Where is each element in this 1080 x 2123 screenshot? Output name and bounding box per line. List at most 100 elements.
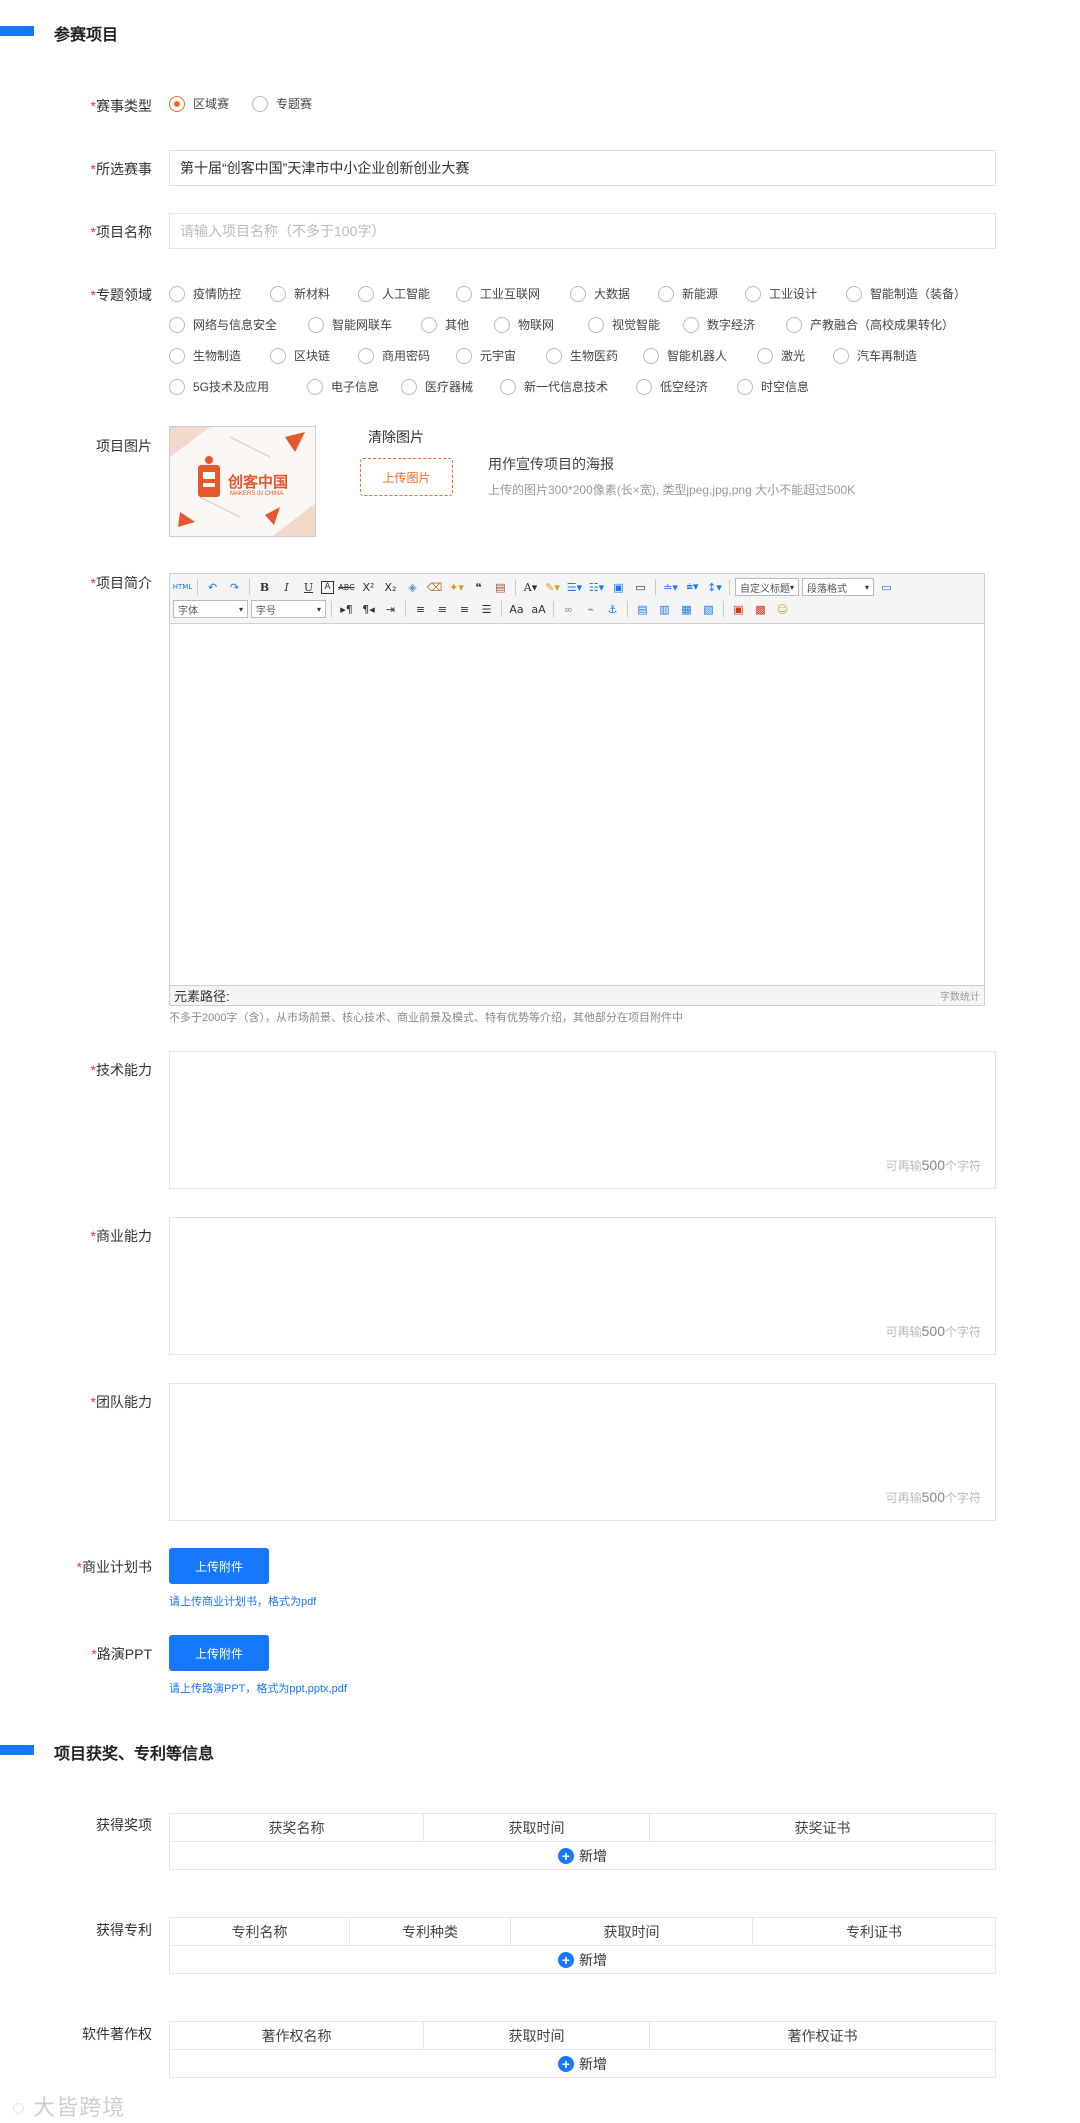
undo-icon[interactable]: ↶ xyxy=(203,578,222,596)
italic-icon[interactable]: I xyxy=(277,578,296,596)
topic-radio-option[interactable]: 元宇宙 xyxy=(456,347,516,364)
font-border-icon[interactable]: A xyxy=(321,580,334,594)
topic-radio-option[interactable]: 时空信息 xyxy=(737,378,809,395)
superscript-icon[interactable]: X² xyxy=(359,578,378,596)
clear-format-icon[interactable]: ⌫ xyxy=(425,578,444,596)
image-center-icon[interactable]: ▧ xyxy=(699,600,718,618)
paragraph-spacing-top-icon[interactable]: ≐▾ xyxy=(661,578,680,596)
topic-radio-option[interactable]: 5G技术及应用 xyxy=(169,378,269,395)
align-right-icon[interactable]: ≡ xyxy=(455,600,474,618)
anchor-icon[interactable]: ⚓ xyxy=(603,600,622,618)
software-col-name: 著作权名称 xyxy=(170,2022,424,2049)
project-name-input[interactable] xyxy=(170,214,995,248)
topic-radio-option[interactable]: 大数据 xyxy=(570,285,630,302)
insert-image-icon[interactable]: ▣ xyxy=(729,600,748,618)
preview-icon[interactable]: ▭ xyxy=(877,578,896,596)
project-name-field[interactable] xyxy=(169,213,996,249)
topic-radio-option[interactable]: 工业设计 xyxy=(745,285,817,302)
selected-contest-input[interactable] xyxy=(170,151,995,185)
business-ability-textarea[interactable]: 可再输500个字符 xyxy=(169,1217,996,1355)
topic-radio-option[interactable]: 数字经济 xyxy=(683,316,755,333)
topic-radio-option[interactable]: 低空经济 xyxy=(636,378,708,395)
tech-ability-textarea[interactable]: 可再输500个字符 xyxy=(169,1051,996,1189)
radio-unchecked-icon xyxy=(833,347,849,364)
radio-thematic[interactable]: 专题赛 xyxy=(252,95,312,112)
topic-radio-option[interactable]: 生物医药 xyxy=(546,347,618,364)
topic-radio-option[interactable]: 产教融合（高校成果转化） xyxy=(786,316,954,333)
align-justify-icon[interactable]: ☰ xyxy=(477,600,496,618)
clear-image-button[interactable]: 清除图片 xyxy=(368,427,424,447)
redo-icon[interactable]: ↷ xyxy=(225,578,244,596)
unordered-list-icon[interactable]: ☷▾ xyxy=(587,578,606,596)
topic-radio-option[interactable]: 新一代信息技术 xyxy=(500,378,608,395)
image-float-none-icon[interactable]: ▤ xyxy=(633,600,652,618)
html-source-icon[interactable]: HTML xyxy=(173,578,192,596)
topic-radio-option[interactable]: 新能源 xyxy=(658,285,718,302)
image-float-right-icon[interactable]: ▦ xyxy=(677,600,696,618)
font-size-select[interactable]: 字号 ▾ xyxy=(251,600,326,618)
radio-unchecked-icon xyxy=(252,95,268,112)
uppercase-icon[interactable]: Aa xyxy=(507,600,526,618)
emoji-icon[interactable]: ☺ xyxy=(773,600,792,618)
topic-radio-option[interactable]: 商用密码 xyxy=(358,347,430,364)
lowercase-icon[interactable]: aA xyxy=(529,600,548,618)
team-ability-textarea[interactable]: 可再输500个字符 xyxy=(169,1383,996,1521)
paragraph-format-select[interactable]: 段落格式 ▾ xyxy=(802,578,874,596)
topic-radio-option[interactable]: 区块链 xyxy=(270,347,330,364)
patents-add-button[interactable]: + 新增 xyxy=(170,1946,995,1973)
topic-radio-option[interactable]: 生物制造 xyxy=(169,347,241,364)
image-float-left-icon[interactable]: ▥ xyxy=(655,600,674,618)
topic-radio-option[interactable]: 智能制造（装备） xyxy=(846,285,966,302)
topic-radio-option[interactable]: 智能网联车 xyxy=(308,316,392,333)
paste-plain-icon[interactable]: ▤ xyxy=(491,578,510,596)
font-family-select[interactable]: 字体 ▾ xyxy=(173,600,248,618)
indent-icon[interactable]: ⇥ xyxy=(381,600,400,618)
topic-radio-option[interactable]: 汽车再制造 xyxy=(833,347,917,364)
editor-content-area[interactable] xyxy=(170,624,984,985)
topic-radio-option[interactable]: 电子信息 xyxy=(307,378,379,395)
format-match-icon[interactable]: ◈ xyxy=(403,578,422,596)
radio-regional[interactable]: 区域赛 xyxy=(169,95,229,112)
awards-add-button[interactable]: + 新增 xyxy=(170,1842,995,1869)
select-all-icon[interactable]: ▣ xyxy=(609,578,628,596)
topic-radio-option[interactable]: 疫情防控 xyxy=(169,285,241,302)
business-plan-upload-button[interactable]: 上传附件 xyxy=(169,1548,269,1584)
topic-radio-option[interactable]: 智能机器人 xyxy=(643,347,727,364)
link-icon[interactable]: ∞ xyxy=(559,600,578,618)
topic-radio-option[interactable]: 其他 xyxy=(421,316,469,333)
patents-col-time: 获取时间 xyxy=(511,1918,753,1945)
align-left-icon[interactable]: ≡ xyxy=(411,600,430,618)
topic-radio-option[interactable]: 激光 xyxy=(757,347,805,364)
auto-typeset-icon[interactable]: ✦▾ xyxy=(447,578,466,596)
background-color-icon[interactable]: ✎▾ xyxy=(543,578,562,596)
ltr-direction-icon[interactable]: ▸¶ xyxy=(337,600,356,618)
rtl-direction-icon[interactable]: ¶◂ xyxy=(359,600,378,618)
roadshow-ppt-upload-button[interactable]: 上传附件 xyxy=(169,1635,269,1671)
ordered-list-icon[interactable]: ☰▾ xyxy=(565,578,584,596)
topic-radio-option[interactable]: 人工智能 xyxy=(358,285,430,302)
topic-radio-option[interactable]: 物联网 xyxy=(494,316,554,333)
unlink-icon[interactable]: ⌁ xyxy=(581,600,600,618)
software-add-button[interactable]: + 新增 xyxy=(170,2050,995,2077)
paragraph-spacing-bottom-icon[interactable]: ⩧▾ xyxy=(683,578,702,596)
custom-title-select[interactable]: 自定义标题 ▾ xyxy=(735,578,799,596)
strikethrough-icon[interactable]: ABC xyxy=(337,578,356,596)
rich-text-editor[interactable]: HTML ↶ ↷ B I U A ABC X² X₂ ◈ ⌫ ✦▾ ❝ ▤ A▾… xyxy=(169,573,985,1006)
clear-document-icon[interactable]: ▭ xyxy=(631,578,650,596)
upload-image-button[interactable]: 上传图片 xyxy=(360,458,453,496)
blockquote-icon[interactable]: ❝ xyxy=(469,578,488,596)
line-height-icon[interactable]: ↕▾ xyxy=(705,578,724,596)
topic-radio-option[interactable]: 医疗器械 xyxy=(401,378,473,395)
topic-radio-option[interactable]: 工业互联网 xyxy=(456,285,540,302)
topic-radio-option[interactable]: 网络与信息安全 xyxy=(169,316,277,333)
align-center-icon[interactable]: ≡ xyxy=(433,600,452,618)
topic-radio-option[interactable]: 新材料 xyxy=(270,285,330,302)
bold-icon[interactable]: B xyxy=(255,578,274,596)
font-color-icon[interactable]: A▾ xyxy=(521,578,540,596)
selected-contest-field[interactable] xyxy=(169,150,996,186)
underline-icon[interactable]: U xyxy=(299,578,318,596)
subscript-icon[interactable]: X₂ xyxy=(381,578,400,596)
radio-unchecked-icon xyxy=(169,347,185,364)
topic-radio-option[interactable]: 视觉智能 xyxy=(588,316,660,333)
multi-image-icon[interactable]: ▩ xyxy=(751,600,770,618)
